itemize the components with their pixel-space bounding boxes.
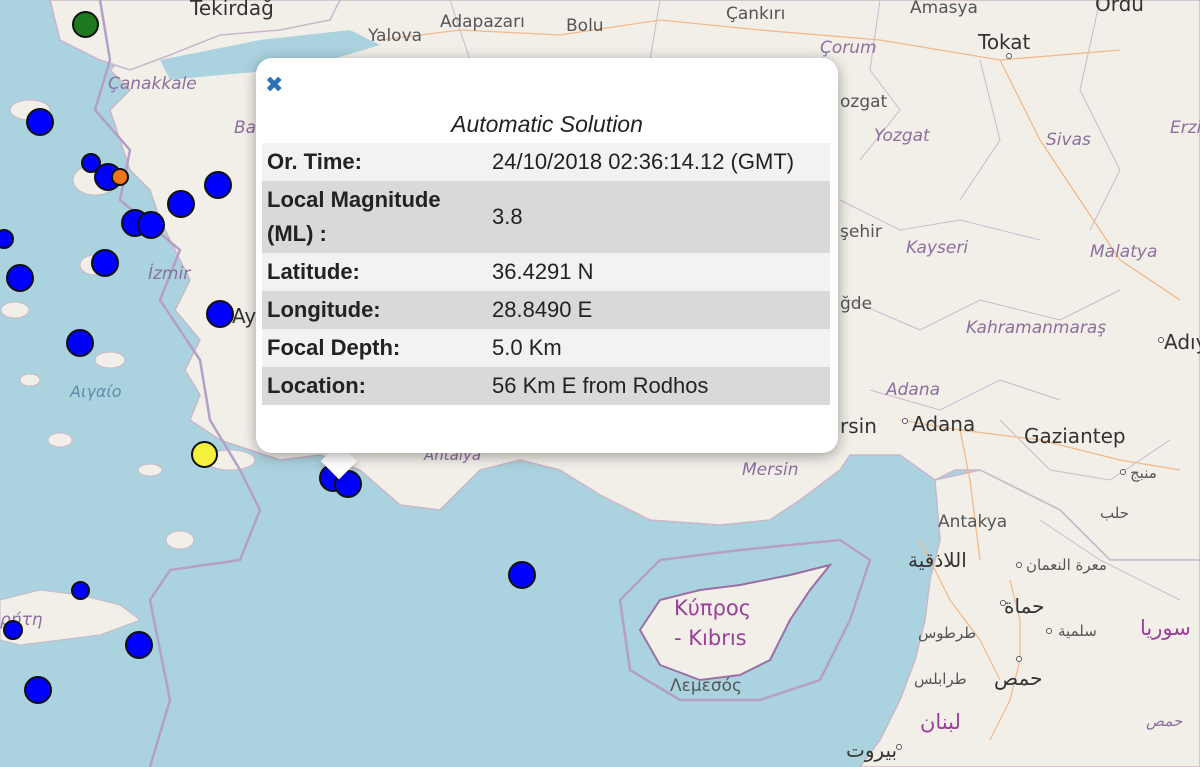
label-latakia: اللاذقية xyxy=(908,548,967,572)
quake-marker-orange[interactable] xyxy=(111,168,129,186)
label-corum: Çorum xyxy=(820,38,877,58)
label-cankiri: Çankırı xyxy=(726,4,786,24)
label-yozgat: Yozgat xyxy=(874,126,930,146)
label-beirut: بيروت xyxy=(846,738,898,762)
label-sehir: şehir xyxy=(840,222,882,242)
city-dot xyxy=(902,418,908,424)
latitude-label: Latitude: xyxy=(267,259,360,284)
label-izmir: İzmir xyxy=(148,264,191,284)
label-suriya: سوريا xyxy=(1140,616,1191,640)
city-dot xyxy=(1120,469,1126,475)
label-tripoli: طرابلس xyxy=(914,670,967,688)
quake-marker[interactable] xyxy=(167,190,195,218)
quake-marker[interactable] xyxy=(91,249,119,277)
label-homs-city: حمص xyxy=(994,666,1043,690)
city-dot xyxy=(896,744,902,750)
city-dot xyxy=(1016,656,1022,662)
latitude-value: 36.4291 N xyxy=(492,259,594,284)
label-tekirdag: Tekirdağ xyxy=(190,0,274,20)
label-kibris: - Kıbrıs xyxy=(674,626,747,650)
label-nigde: ğde xyxy=(840,294,873,314)
quake-marker[interactable] xyxy=(508,561,536,589)
label-kahramanmaras: Kahramanmaraş xyxy=(966,318,1107,338)
label-malatya: Malatya xyxy=(1090,242,1158,262)
city-dot xyxy=(1016,562,1022,568)
label-yalova: Yalova xyxy=(368,26,423,46)
table-row: Or. Time: 24/10/2018 02:36:14.12 (GMT) xyxy=(262,143,830,181)
location-value: 56 Km E from Rodhos xyxy=(492,373,709,398)
label-sivas: Sivas xyxy=(1046,130,1091,150)
table-row: Latitude: 36.4291 N xyxy=(262,253,830,291)
quake-marker[interactable] xyxy=(71,581,90,600)
city-dot xyxy=(1046,628,1052,634)
quake-marker-yellow[interactable] xyxy=(191,441,218,468)
longitude-value: 28.8490 E xyxy=(492,297,593,322)
label-kayseri: Kayseri xyxy=(906,238,969,258)
magnitude-value: 3.8 xyxy=(492,204,523,229)
label-ba: Ba xyxy=(234,118,257,138)
label-bolu: Bolu xyxy=(566,16,604,36)
label-hama: حماة xyxy=(1004,594,1045,618)
label-homs-region: حمص xyxy=(1146,712,1183,730)
label-amasya: Amasya xyxy=(910,0,978,18)
label-adana-region: Adana xyxy=(886,380,941,400)
label-mersin-frag: rsin xyxy=(840,414,877,438)
info-table: Or. Time: 24/10/2018 02:36:14.12 (GMT) L… xyxy=(262,143,830,405)
table-row: Focal Depth: 5.0 Km xyxy=(262,329,830,367)
table-row: Location: 56 Km E from Rodhos xyxy=(262,367,830,405)
label-maarat: معرة النعمان xyxy=(1026,556,1107,574)
label-yozgat-frag: ozgat xyxy=(840,92,888,112)
close-icon[interactable]: ✖ xyxy=(265,75,285,97)
quake-marker[interactable] xyxy=(204,171,232,199)
label-halab: حلب xyxy=(1100,504,1129,522)
origin-time-label: Or. Time: xyxy=(267,149,362,174)
table-row: Local Magnitude (ML) : 3.8 xyxy=(262,181,830,253)
label-ay: Ay xyxy=(232,304,257,328)
label-tokat: Tokat xyxy=(978,30,1031,54)
label-antakya: Antakya xyxy=(938,512,1008,532)
quake-marker[interactable] xyxy=(137,211,165,239)
label-gaziantep: Gaziantep xyxy=(1024,424,1126,448)
label-aigaio: Αιγαίο xyxy=(70,382,122,401)
city-dot xyxy=(1158,337,1164,343)
label-kypros: Κύπρος xyxy=(674,596,752,620)
origin-time-value: 24/10/2018 02:36:14.12 (GMT) xyxy=(492,149,795,174)
popup-title: Automatic Solution xyxy=(451,111,643,137)
magnitude-label: Local Magnitude (ML) : xyxy=(267,187,441,246)
label-tartus: طرطوس xyxy=(918,624,977,642)
city-dot xyxy=(1006,53,1012,59)
label-salamiyah: سلمية xyxy=(1058,622,1097,640)
quake-marker[interactable] xyxy=(66,329,94,357)
label-manbij: منبج xyxy=(1130,464,1157,482)
quake-marker-green[interactable] xyxy=(72,11,99,38)
quake-marker[interactable] xyxy=(206,300,234,328)
quake-marker[interactable] xyxy=(3,620,23,640)
label-lubnan: لبنان xyxy=(920,710,961,734)
quake-marker[interactable] xyxy=(24,676,52,704)
city-dot xyxy=(1000,600,1006,606)
label-adiy: Adıy xyxy=(1164,330,1200,354)
location-label: Location: xyxy=(267,373,366,398)
label-adapazari: Adapazarı xyxy=(440,12,525,32)
label-lemesos: Λεμεσός xyxy=(670,676,742,696)
label-adana: Adana xyxy=(912,412,976,436)
focal-depth-value: 5.0 Km xyxy=(492,335,562,360)
quake-marker[interactable] xyxy=(125,631,153,659)
label-canakkale: Çanakkale xyxy=(108,74,197,94)
focal-depth-label: Focal Depth: xyxy=(267,335,401,360)
quake-marker[interactable] xyxy=(26,108,54,136)
table-row: Longitude: 28.8490 E xyxy=(262,291,830,329)
label-ordu: Ordu xyxy=(1095,0,1144,16)
quake-marker[interactable] xyxy=(6,264,34,292)
popup-tip-cover xyxy=(310,438,370,453)
longitude-label: Longitude: xyxy=(267,297,381,322)
label-mersin: Mersin xyxy=(742,460,799,480)
label-erzi: Erzi xyxy=(1170,118,1200,138)
